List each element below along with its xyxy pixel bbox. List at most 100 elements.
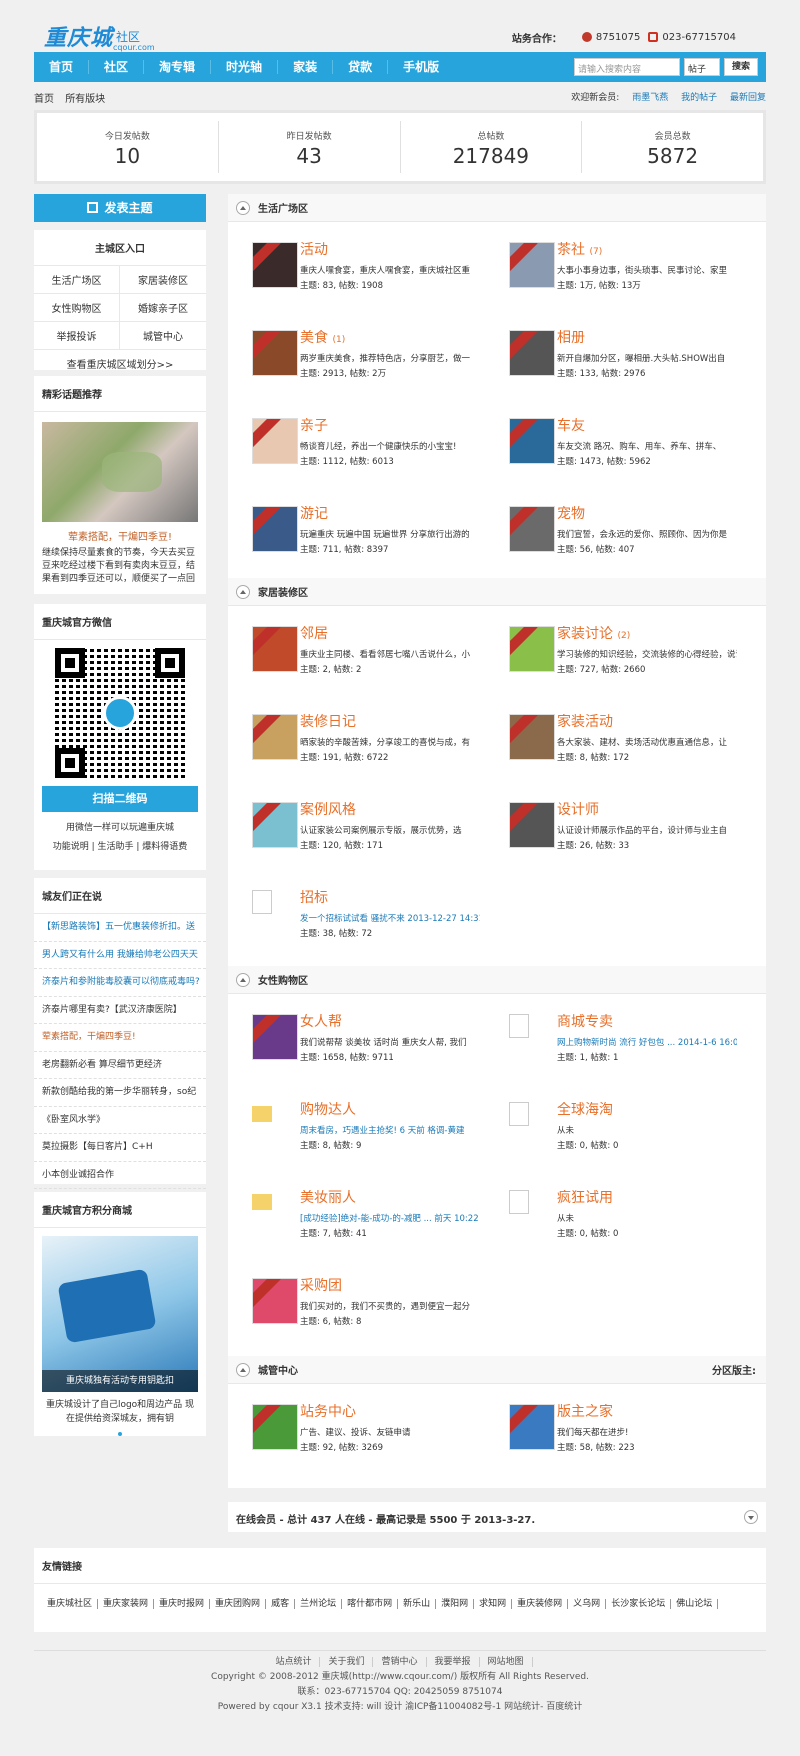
friend-link[interactable]: 兰州论坛 — [295, 1599, 343, 1609]
forum-name[interactable]: 案例风格 — [300, 802, 480, 820]
forum-icon[interactable] — [252, 802, 298, 848]
online-label[interactable]: 在线会员 — [236, 1515, 276, 1526]
friend-link[interactable]: 重庆时报网 — [154, 1599, 211, 1609]
forum-icon[interactable] — [509, 506, 555, 552]
nav-item-loan[interactable]: 贷款 — [333, 60, 389, 74]
forum-name[interactable]: 招标 — [300, 890, 480, 908]
city-more-link[interactable]: 查看重庆城区域划分>> — [34, 350, 206, 377]
city-link-wedding[interactable]: 婚嫁亲子区 — [120, 294, 206, 322]
forum-name[interactable]: 版主之家 — [557, 1404, 737, 1422]
nav-item-community[interactable]: 社区 — [89, 60, 145, 74]
collapse-toggle-icon[interactable] — [236, 1362, 250, 1377]
nav-item-decor[interactable]: 家装 — [278, 60, 334, 74]
forum-icon[interactable] — [252, 1014, 298, 1060]
forum-name[interactable]: 采购团 — [300, 1278, 480, 1296]
forum-name[interactable]: 装修日记 — [300, 714, 480, 732]
forum-icon[interactable] — [252, 714, 298, 760]
collapse-toggle-icon[interactable] — [236, 200, 250, 215]
forum-name[interactable]: 购物达人 — [300, 1102, 480, 1120]
scan-qr-button[interactable]: 扫描二维码 — [42, 786, 198, 812]
talk-item[interactable]: 【新思路装饰】五一优惠装修折扣。送 — [34, 914, 206, 942]
latest-replies-link[interactable]: 最新回复 — [730, 93, 766, 103]
friend-link[interactable]: 重庆家装网 — [98, 1599, 155, 1609]
talk-item[interactable]: 男人跨又有什么用 我嫌给帅老公四天天 — [34, 942, 206, 969]
breadcrumb-all[interactable]: 所有版块 — [65, 94, 105, 105]
search-input[interactable]: 请输入搜索内容 — [574, 58, 680, 76]
nav-item-home[interactable]: 首页 — [34, 60, 90, 74]
forum-icon[interactable] — [252, 506, 298, 552]
forum-icon[interactable] — [252, 1404, 298, 1450]
forum-intro[interactable]: 周末看房，巧遇业主抢奖! 6 天前 格调-黄建 — [300, 1124, 480, 1136]
site-logo[interactable]: 重庆城 社区 cqour.com — [44, 20, 155, 52]
talk-item[interactable]: 老房翻新必看 算尽细节更经济 — [34, 1052, 206, 1079]
forum-name[interactable]: 家装活动 — [557, 714, 737, 732]
expand-toggle-icon[interactable] — [744, 1510, 758, 1524]
forum-name[interactable]: 全球海淘 — [557, 1102, 737, 1120]
forum-intro[interactable]: [成功经验]绝对-能-成功-的-减肥 ... 前天 10:22 你有的 — [300, 1212, 480, 1224]
footer-link[interactable]: 营销中心 — [373, 1657, 427, 1667]
friend-link[interactable]: 求知网 — [474, 1599, 513, 1609]
city-link-admin[interactable]: 城管中心 — [120, 322, 206, 350]
wechat-links[interactable]: 功能说明 | 生活助手 | 爆料得语费 — [34, 839, 206, 852]
friend-link[interactable]: 长沙家长论坛 — [606, 1599, 672, 1609]
forum-icon[interactable] — [509, 1190, 529, 1214]
section-title[interactable]: 生活广场区 — [258, 200, 308, 215]
forum-icon[interactable] — [252, 330, 298, 376]
forum-icon[interactable] — [509, 1404, 555, 1450]
forum-icon[interactable] — [509, 330, 555, 376]
forum-name[interactable]: 邻居 — [300, 626, 480, 644]
shop-photo[interactable]: 重庆城独有活动专用钥匙扣 — [42, 1236, 198, 1392]
forum-name[interactable]: 宠物 — [557, 506, 737, 524]
forum-name[interactable]: 茶社 (7) — [557, 242, 737, 260]
friend-link[interactable]: 重庆团购网 — [210, 1599, 267, 1609]
forum-name[interactable]: 车友 — [557, 418, 737, 436]
forum-intro[interactable]: 发一个招标试试看 骚扰不来 2013-12-27 14:31 石之装 — [300, 912, 480, 924]
section-title[interactable]: 家居装修区 — [258, 584, 308, 599]
friend-link[interactable]: 新乐山 — [398, 1599, 437, 1609]
section-title[interactable]: 女性购物区 — [258, 972, 308, 987]
talk-item[interactable]: 济泰片和参附能毒胶囊可以彻底戒毒吗? — [34, 969, 206, 997]
forum-name[interactable]: 疯狂试用 — [557, 1190, 737, 1208]
breadcrumb-home[interactable]: 首页 — [34, 94, 54, 105]
friend-link[interactable]: 义乌网 — [568, 1599, 607, 1609]
forum-name[interactable]: 家装讨论 (2) — [557, 626, 737, 644]
forum-icon[interactable] — [509, 242, 555, 288]
my-posts-link[interactable]: 我的帖子 — [681, 93, 717, 103]
forum-name[interactable]: 设计师 — [557, 802, 737, 820]
search-button[interactable]: 搜索 — [724, 58, 758, 76]
forum-icon[interactable] — [252, 418, 298, 464]
forum-intro[interactable]: 网上购物新时尚 流行 好包包 ... 2014-1-6 16:02 阁河拉 — [557, 1036, 737, 1048]
forum-icon[interactable] — [509, 802, 555, 848]
city-link-women[interactable]: 女性购物区 — [34, 294, 120, 322]
collapse-toggle-icon[interactable] — [236, 972, 250, 987]
forum-name[interactable]: 美食 (1) — [300, 330, 480, 348]
talk-item[interactable]: 荤素搭配，干煸四季豆! — [34, 1024, 206, 1052]
forum-name[interactable]: 亲子 — [300, 418, 480, 436]
forum-icon[interactable] — [509, 1102, 529, 1126]
friend-link[interactable]: 重庆装修网 — [512, 1599, 569, 1609]
talk-item[interactable]: 莫拉摄影【每日客片】C+H — [34, 1134, 206, 1162]
section-title[interactable]: 城管中心 — [258, 1362, 298, 1377]
forum-icon[interactable] — [509, 418, 555, 464]
forum-name[interactable]: 商城专卖 — [557, 1014, 737, 1032]
city-link-home[interactable]: 家居装修区 — [120, 266, 206, 294]
featured-caption[interactable]: 荤素搭配，干煸四季豆! — [34, 528, 206, 543]
talk-item[interactable]: 小本创业诚招合作 — [34, 1162, 206, 1189]
search-type-select[interactable]: 帖子 — [684, 58, 720, 76]
forum-name[interactable]: 活动 — [300, 242, 480, 260]
forum-name[interactable]: 相册 — [557, 330, 737, 348]
city-link-report[interactable]: 举报投诉 — [34, 322, 120, 350]
nav-item-mobile[interactable]: 手机版 — [388, 60, 454, 74]
forum-icon[interactable] — [509, 714, 555, 760]
footer-link[interactable]: 站点统计 — [267, 1657, 321, 1667]
forum-name[interactable]: 站务中心 — [300, 1404, 480, 1422]
forum-icon[interactable] — [509, 1014, 529, 1038]
talk-item[interactable]: 新款创酷给我的第一步华丽转身，so纪 — [34, 1079, 206, 1107]
new-topic-button[interactable]: 发表主题 — [34, 194, 206, 222]
footer-link[interactable]: 我要举报 — [426, 1657, 480, 1667]
friend-link[interactable]: 喀什都市网 — [342, 1599, 399, 1609]
carousel-dot[interactable] — [118, 1432, 122, 1436]
nav-item-timeline[interactable]: 时光轴 — [211, 60, 279, 74]
forum-icon[interactable] — [252, 1278, 298, 1324]
talk-item[interactable]: 《卧室风水学》 — [34, 1107, 206, 1134]
